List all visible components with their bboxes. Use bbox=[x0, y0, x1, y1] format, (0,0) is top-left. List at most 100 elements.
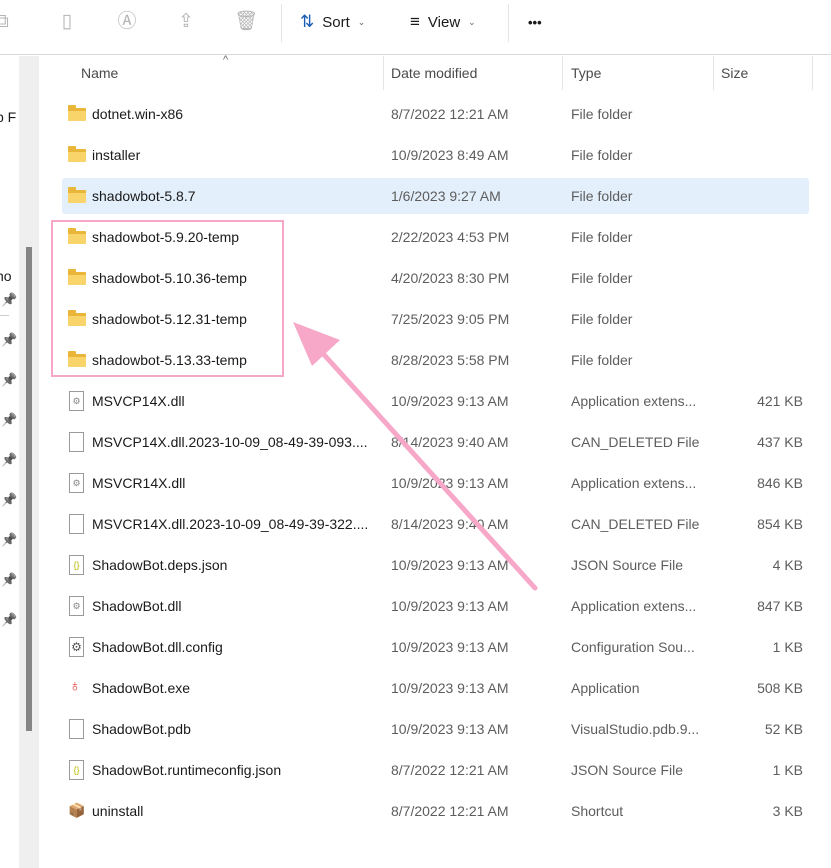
file-name: ShadowBot.runtimeconfig.json bbox=[92, 762, 282, 778]
view-label: View bbox=[427, 13, 461, 31]
file-row[interactable]: shadowbot-5.8.7 1/6/2023 9:27 AM File fold… bbox=[62, 178, 809, 214]
pin-icon: 📌 bbox=[1, 412, 18, 427]
column-divider[interactable] bbox=[562, 56, 563, 90]
file-name: ShadowBot.deps.json bbox=[92, 557, 228, 573]
more-options-button[interactable]: ••• bbox=[528, 8, 542, 36]
file-row[interactable]: {} ShadowBot.runtimeconfig.json 8/7/2022 1… bbox=[62, 752, 809, 788]
file-date: 2/22/2023 4:53 PM bbox=[391, 229, 510, 245]
file-row[interactable]: MSVCR14X.dll.2023-10-09_08-49-39-322....… bbox=[62, 506, 809, 542]
file-icon bbox=[69, 719, 84, 739]
chevron-down-icon: ⌄ bbox=[468, 16, 476, 27]
file-row[interactable]: ⚙ MSVCP14X.dll 10/9/2023 9:13 AM Applicatio… bbox=[62, 383, 809, 419]
file-date: 10/9/2023 9:13 AM bbox=[391, 639, 509, 655]
file-row[interactable]: MSVCP14X.dll.2023-10-09_08-49-39-093....… bbox=[62, 424, 809, 460]
folder-icon bbox=[68, 187, 86, 203]
file-type: CAN_DELETED File bbox=[571, 516, 700, 532]
toolbar-divider bbox=[281, 4, 282, 42]
shortcut-icon: 📦 bbox=[68, 802, 86, 818]
file-row[interactable]: dotnet.win-x86 8/7/2022 12:21 AM File fold… bbox=[62, 96, 809, 132]
file-size: 421 KB bbox=[757, 393, 803, 409]
copy-icon[interactable]: ⧉ bbox=[0, 10, 14, 34]
view-button[interactable]: ≡ View ⌄ bbox=[410, 8, 476, 36]
file-type-icon bbox=[68, 719, 86, 739]
file-type: Application extens... bbox=[571, 393, 697, 409]
file-row[interactable]: ♁ ShadowBot.exe 10/9/2023 9:13 AM Applicati… bbox=[62, 670, 809, 706]
file-type-icon: ⚙ bbox=[68, 473, 86, 493]
file-type: VisualStudio.pdb.9... bbox=[571, 721, 700, 737]
file-type-icon: {} bbox=[68, 760, 86, 780]
column-type[interactable]: Type bbox=[571, 65, 601, 81]
file-date: 7/25/2023 9:05 PM bbox=[391, 311, 510, 327]
toolbar-divider bbox=[508, 4, 509, 42]
nav-item[interactable]: p F bbox=[0, 109, 16, 125]
file-type-icon bbox=[68, 187, 86, 205]
file-name: MSVCR14X.dll.2023-10-09_08-49-39-322.... bbox=[92, 516, 369, 532]
file-date: 10/9/2023 9:13 AM bbox=[391, 557, 509, 573]
column-divider[interactable] bbox=[812, 56, 813, 90]
sort-label: Sort bbox=[322, 13, 350, 31]
column-divider[interactable] bbox=[713, 56, 714, 90]
command-bar: ⧉ ▯ Ⓐ ⇪ 🗑 ⇅ Sort ⌄ ≡ View ⌄ ••• bbox=[0, 0, 831, 55]
file-size: 847 KB bbox=[757, 598, 803, 614]
file-row[interactable]: 📦 uninstall 8/7/2022 12:21 AM Shortcut 3 KB bbox=[62, 793, 809, 829]
file-date: 1/6/2023 9:27 AM bbox=[391, 188, 501, 204]
nav-divider bbox=[0, 315, 9, 316]
file-row[interactable]: ⚙ ShadowBot.dll 10/9/2023 9:13 AM Applicati… bbox=[62, 588, 809, 624]
file-name: MSVCR14X.dll bbox=[92, 475, 186, 491]
sort-button[interactable]: ⇅ Sort ⌄ bbox=[300, 8, 365, 36]
pin-icon: 📌 bbox=[1, 532, 18, 547]
highlight-box bbox=[51, 220, 284, 377]
file-size: 3 KB bbox=[772, 803, 803, 819]
file-type: JSON Source File bbox=[571, 762, 684, 778]
file-type-icon bbox=[68, 514, 86, 534]
dll-file-icon: ⚙ bbox=[69, 473, 84, 493]
file-name: ShadowBot.dll.config bbox=[92, 639, 223, 655]
file-type-icon bbox=[68, 432, 86, 452]
file-type-icon bbox=[68, 105, 86, 123]
file-row[interactable]: ⚙ MSVCR14X.dll 10/9/2023 9:13 AM Applicatio… bbox=[62, 465, 809, 501]
paste-icon[interactable]: ▯ bbox=[55, 10, 79, 34]
file-type: File folder bbox=[571, 188, 633, 204]
file-icon bbox=[69, 432, 84, 452]
column-size[interactable]: Size bbox=[721, 65, 748, 81]
column-date-modified[interactable]: Date modified bbox=[391, 65, 477, 81]
file-date: 8/14/2023 9:40 AM bbox=[391, 434, 509, 450]
file-size: 437 KB bbox=[757, 434, 803, 450]
share-icon[interactable]: ⇪ bbox=[174, 10, 198, 34]
file-type: File folder bbox=[571, 352, 633, 368]
file-name: MSVCP14X.dll bbox=[92, 393, 185, 409]
chevron-down-icon: ⌄ bbox=[357, 16, 366, 27]
column-divider[interactable] bbox=[383, 56, 384, 90]
file-row[interactable]: {} ShadowBot.deps.json 10/9/2023 9:13 AM JS… bbox=[62, 547, 809, 583]
file-type: File folder bbox=[571, 106, 633, 122]
file-type-icon: ⚙ bbox=[68, 391, 86, 411]
pin-icon: 📌 bbox=[1, 332, 18, 347]
file-size: 854 KB bbox=[757, 516, 803, 532]
file-name: uninstall bbox=[92, 803, 144, 819]
file-row[interactable]: ShadowBot.pdb 10/9/2023 9:13 AM VisualStud… bbox=[62, 711, 809, 747]
view-icon: ≡ bbox=[410, 12, 420, 31]
column-name[interactable]: Name bbox=[81, 65, 118, 81]
file-name: ShadowBot.dll bbox=[92, 598, 182, 614]
nav-scrollbar-thumb[interactable] bbox=[26, 247, 32, 731]
sort-ascending-icon: ^ bbox=[223, 54, 229, 66]
file-size: 846 KB bbox=[757, 475, 803, 491]
file-row[interactable]: installer 10/9/2023 8:49 AM File folder bbox=[62, 137, 809, 173]
column-header: Name Date modified Type Size bbox=[40, 56, 831, 90]
file-name: ShadowBot.pdb bbox=[92, 721, 191, 737]
file-type: File folder bbox=[571, 311, 633, 327]
dll-file-icon: ⚙ bbox=[69, 596, 84, 616]
file-date: 8/14/2023 9:40 AM bbox=[391, 516, 509, 532]
pin-icon: 📌 bbox=[1, 492, 18, 507]
file-row[interactable]: ⚙ ShadowBot.dll.config 10/9/2023 9:13 AM Co… bbox=[62, 629, 809, 665]
folder-icon bbox=[68, 146, 86, 162]
config-file-icon: ⚙ bbox=[69, 637, 84, 657]
nav-item[interactable]: no bbox=[0, 268, 12, 284]
delete-icon[interactable]: 🗑 bbox=[234, 10, 258, 34]
file-type: File folder bbox=[571, 229, 633, 245]
file-date: 8/28/2023 5:58 PM bbox=[391, 352, 510, 368]
rename-icon[interactable]: Ⓐ bbox=[115, 10, 139, 34]
file-type-icon: ♁ bbox=[68, 678, 86, 697]
json-file-icon: {} bbox=[69, 555, 84, 575]
file-name: MSVCP14X.dll.2023-10-09_08-49-39-093.... bbox=[92, 434, 368, 450]
